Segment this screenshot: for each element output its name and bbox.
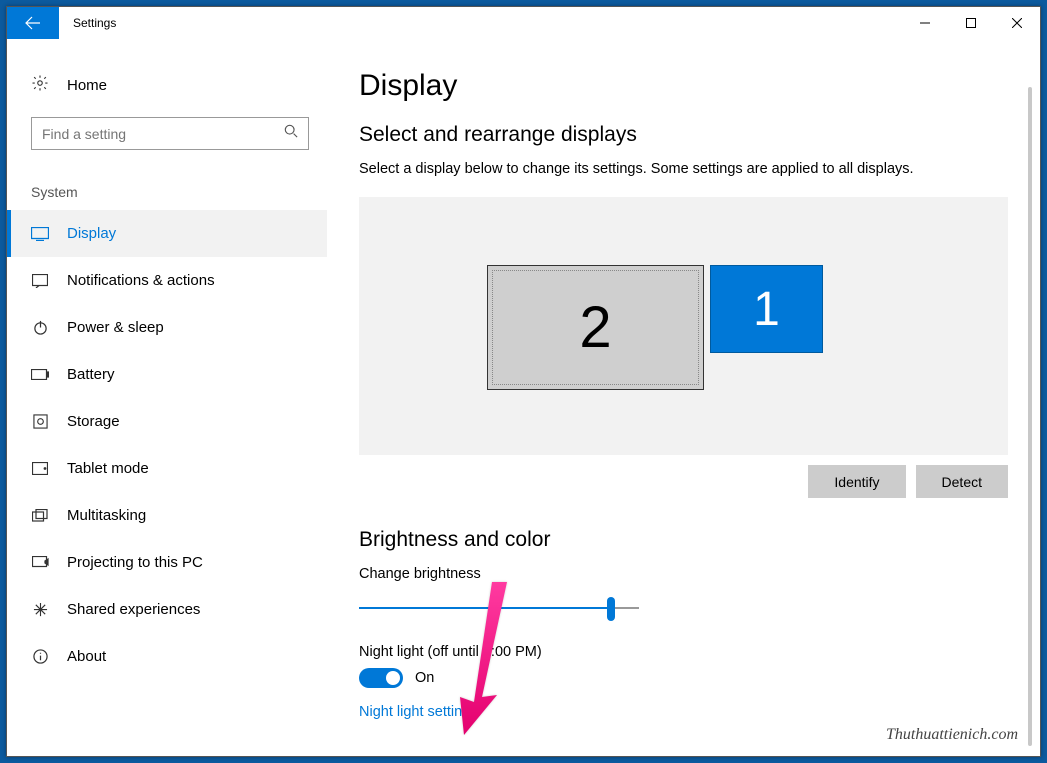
sidebar-item-multitasking[interactable]: Multitasking (7, 492, 327, 539)
home-button[interactable]: Home (7, 63, 327, 107)
maximize-icon (966, 18, 976, 28)
sidebar-item-label: Battery (67, 366, 115, 383)
brightness-heading: Brightness and color (359, 528, 1008, 552)
display-monitor-1[interactable]: 1 (710, 265, 823, 353)
search-input[interactable] (42, 126, 284, 142)
sidebar-item-display[interactable]: Display (7, 210, 327, 257)
slider-fill (359, 607, 609, 609)
main-panel: Display Select and rearrange displays Se… (327, 39, 1040, 756)
close-button[interactable] (994, 7, 1040, 39)
multitasking-icon (31, 509, 49, 522)
arrange-heading: Select and rearrange displays (359, 123, 1008, 147)
battery-icon (31, 369, 49, 380)
search-box[interactable] (31, 117, 309, 150)
toggle-state-text: On (415, 670, 434, 686)
brightness-slider[interactable] (359, 594, 639, 624)
minimize-icon (920, 18, 930, 28)
sidebar-item-storage[interactable]: Storage (7, 398, 327, 445)
close-icon (1012, 18, 1022, 28)
sidebar-item-label: Projecting to this PC (67, 554, 203, 571)
back-button[interactable] (7, 7, 59, 39)
identify-button[interactable]: Identify (808, 465, 905, 498)
display-icon (31, 227, 49, 241)
page-title: Display (359, 69, 1008, 103)
sidebar-item-label: Tablet mode (67, 460, 149, 477)
sidebar-item-label: Power & sleep (67, 319, 164, 336)
search-icon (284, 124, 298, 143)
display-monitor-2[interactable]: 2 (487, 265, 704, 390)
slider-thumb[interactable] (607, 597, 615, 621)
notifications-icon (31, 274, 49, 288)
storage-icon (31, 414, 49, 429)
scrollbar[interactable] (1028, 87, 1032, 746)
sidebar: Home System Display Notifications & acti… (7, 39, 327, 756)
shared-icon (31, 602, 49, 617)
sidebar-item-label: Storage (67, 413, 120, 430)
content-area: Home System Display Notifications & acti… (7, 39, 1040, 756)
power-icon (31, 320, 49, 335)
night-light-settings-link[interactable]: Night light settings (359, 704, 1008, 720)
watermark: Thuthuattienich.com (886, 726, 1018, 744)
sidebar-item-battery[interactable]: Battery (7, 351, 327, 398)
monitor-number: 1 (753, 282, 780, 337)
window-controls (902, 7, 1040, 39)
arrange-button-row: Identify Detect (359, 465, 1008, 498)
sidebar-item-about[interactable]: About (7, 633, 327, 680)
display-arrange-area[interactable]: 2 1 (359, 197, 1008, 455)
projecting-icon (31, 556, 49, 570)
sidebar-item-projecting[interactable]: Projecting to this PC (7, 539, 327, 586)
maximize-button[interactable] (948, 7, 994, 39)
sidebar-item-label: Notifications & actions (67, 272, 215, 289)
window-title: Settings (59, 16, 902, 30)
sidebar-item-power[interactable]: Power & sleep (7, 304, 327, 351)
sidebar-item-shared[interactable]: Shared experiences (7, 586, 327, 633)
night-light-label: Night light (off until 9:00 PM) (359, 644, 1008, 660)
tablet-icon (31, 462, 49, 475)
sidebar-item-label: Display (67, 225, 116, 242)
sidebar-item-label: Multitasking (67, 507, 146, 524)
night-light-toggle-row: On (359, 668, 1008, 688)
titlebar: Settings (7, 7, 1040, 39)
detect-button[interactable]: Detect (916, 465, 1008, 498)
gear-icon (31, 74, 49, 97)
sidebar-item-label: About (67, 648, 106, 665)
sidebar-item-tablet[interactable]: Tablet mode (7, 445, 327, 492)
night-light-toggle[interactable] (359, 668, 403, 688)
sidebar-item-notifications[interactable]: Notifications & actions (7, 257, 327, 304)
minimize-button[interactable] (902, 7, 948, 39)
brightness-label: Change brightness (359, 566, 1008, 582)
settings-window: Settings Home (6, 6, 1041, 757)
back-arrow-icon (25, 15, 41, 31)
toggle-knob (386, 671, 400, 685)
monitor-number: 2 (579, 294, 611, 361)
arrange-description: Select a display below to change its set… (359, 161, 1008, 177)
home-label: Home (67, 77, 107, 94)
about-icon (31, 649, 49, 664)
sidebar-section-label: System (7, 170, 327, 210)
sidebar-item-label: Shared experiences (67, 601, 200, 618)
